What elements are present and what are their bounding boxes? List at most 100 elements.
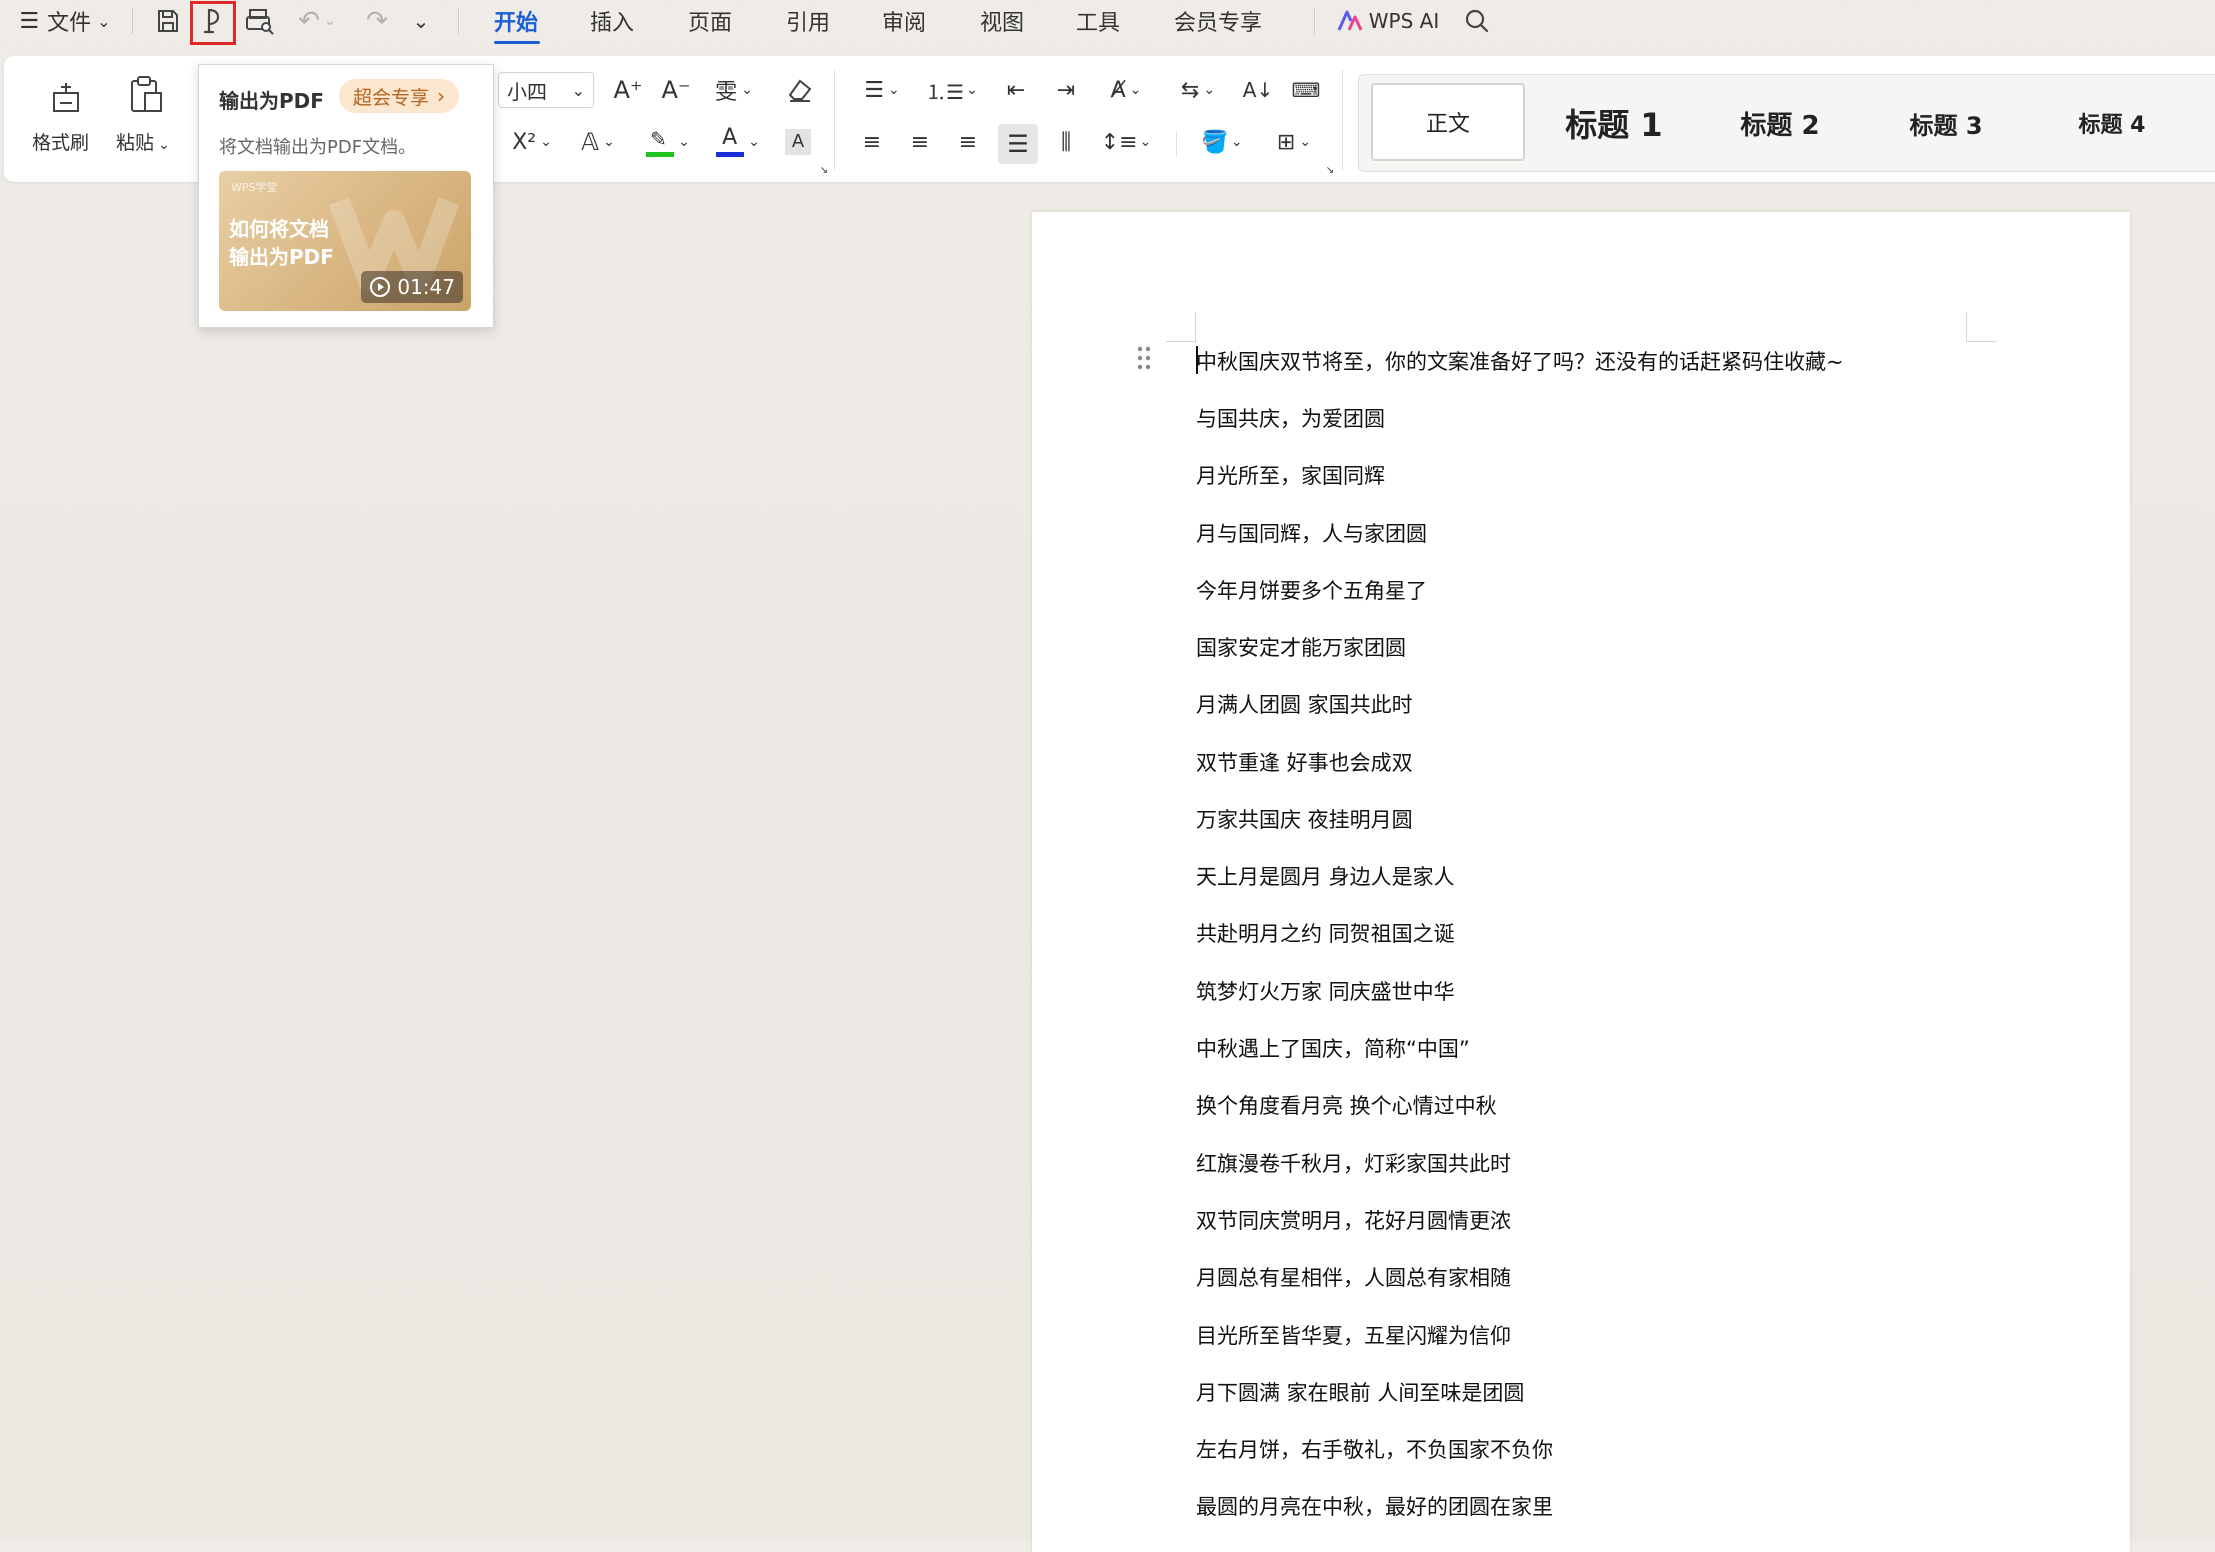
align-right-button[interactable]: ≡ — [950, 124, 986, 160]
paragraph-drag-handle[interactable] — [1136, 345, 1152, 371]
document-line[interactable]: 双节重逢 好事也会成双 — [1196, 747, 1413, 777]
chevron-down-icon: ⌄ — [1139, 134, 1152, 150]
justify-button[interactable]: ☰ — [998, 124, 1038, 164]
style-heading-2[interactable]: 标题 2 — [1705, 95, 1855, 151]
quick-access-more-button[interactable]: ⌄ — [406, 4, 436, 38]
search-button[interactable] — [1460, 4, 1494, 38]
numbered-list-button[interactable]: ⒈☰ ⌄ — [924, 72, 980, 108]
style-normal[interactable]: 正文 — [1371, 83, 1525, 161]
video-title: 如何将文档 输出为PDF — [229, 217, 334, 269]
document-line[interactable]: 双节同庆赏明月，花好月圆情更浓 — [1196, 1205, 1511, 1235]
save-button[interactable] — [150, 4, 186, 38]
style-heading-1[interactable]: 标题 1 — [1539, 95, 1689, 151]
decrease-indent-button[interactable]: ⇤ — [998, 72, 1034, 108]
document-line[interactable]: 与国共庆，为爱团圆 — [1196, 403, 1385, 433]
ribbon-separator — [1342, 70, 1343, 170]
document-line[interactable]: 最圆的月亮在中秋，最好的团圆在家里 — [1196, 1491, 1553, 1521]
decrease-font-icon: A⁻ — [661, 76, 691, 104]
file-menu-button[interactable]: ☰ 文件 ⌄ — [10, 4, 120, 38]
style-heading-4[interactable]: 标题 4 — [2037, 95, 2187, 151]
chevron-down-icon: ⌄ — [540, 134, 552, 150]
document-line[interactable]: 今年月饼要多个五角星了 — [1196, 575, 1427, 605]
document-line[interactable]: 中秋遇上了国庆，简称“中国” — [1196, 1033, 1470, 1063]
document-line[interactable]: 换个角度看月亮 换个心情过中秋 — [1196, 1090, 1497, 1120]
paste-label[interactable]: 粘贴 ⌄ — [116, 128, 170, 155]
decrease-font-button[interactable]: A⁻ — [658, 72, 694, 108]
font-color-button[interactable]: A ⌄ — [710, 124, 766, 160]
chevron-down-icon: ⌄ — [603, 134, 615, 150]
print-preview-button[interactable] — [242, 4, 278, 38]
text-direction-button[interactable]: Ⱥ ⌄ — [1098, 72, 1154, 108]
font-dialog-launcher[interactable]: ↘ — [818, 164, 830, 176]
align-center-button[interactable]: ≡ — [902, 124, 938, 160]
superscript-button[interactable]: X² ⌄ — [504, 124, 560, 160]
format-painter-label: 格式刷 — [32, 132, 90, 154]
justify-icon: ☰ — [1007, 130, 1029, 158]
document-line[interactable]: 月圆总有星相伴，人圆总有家相随 — [1196, 1262, 1511, 1292]
tab-review[interactable]: 审阅 — [882, 4, 926, 38]
distribute-icon: ⫼ — [1060, 129, 1072, 155]
text-effect-button[interactable]: 𝔸 ⌄ — [570, 124, 626, 160]
format-painter-button[interactable] — [40, 74, 92, 118]
tab-home[interactable]: 开始 — [494, 4, 538, 38]
align-center-icon: ≡ — [910, 129, 930, 155]
chevron-down-icon: ⌄ — [1129, 82, 1142, 98]
document-line[interactable]: 共赴明月之约 同贺祖国之诞 — [1196, 918, 1455, 948]
paste-button[interactable] — [120, 72, 172, 118]
chevron-down-icon: ⌄ — [1203, 82, 1216, 98]
align-right-icon: ≡ — [958, 129, 978, 155]
document-line[interactable]: 月光所至，家国同辉 — [1196, 460, 1385, 490]
tab-page[interactable]: 页面 — [688, 4, 732, 38]
chevron-down-icon: ⌄ — [1230, 134, 1243, 150]
play-icon — [370, 277, 391, 297]
align-left-button[interactable]: ≡ — [854, 124, 890, 160]
tab-view[interactable]: 视图 — [980, 4, 1024, 38]
superscript-icon: X² — [512, 129, 537, 155]
document-line[interactable]: 月下圆满 家在眼前 人间至味是团圆 — [1196, 1377, 1524, 1407]
font-size-select[interactable]: 小四 ⌄ — [498, 72, 594, 108]
tab-member[interactable]: 会员专享 — [1174, 4, 1262, 38]
highlight-color-button[interactable]: ✎ ⌄ — [640, 124, 696, 160]
document-page[interactable]: 中秋国庆双节将至，你的文案准备好了吗？还没有的话赶紧码住收藏~ 与国共庆，为爱团圆… — [1032, 212, 2130, 1552]
distribute-button[interactable]: ⫼ — [1048, 124, 1084, 160]
char-shading-button[interactable]: A — [782, 126, 814, 158]
sort-button[interactable]: A↓ — [1240, 72, 1276, 108]
document-line[interactable]: 月与国同辉，人与家团圆 — [1196, 518, 1427, 548]
increase-font-button[interactable]: A⁺ — [610, 72, 646, 108]
document-line[interactable]: 中秋国庆双节将至，你的文案准备好了吗？还没有的话赶紧码住收藏~ — [1196, 346, 1844, 376]
line-spacing-icon: ↕≡ — [1100, 129, 1138, 155]
text-layout-button[interactable]: ⇆ ⌄ — [1170, 72, 1226, 108]
document-line[interactable]: 月满人团圆 家国共此时 — [1196, 689, 1413, 719]
styles-gallery: 正文 标题 1 标题 2 标题 3 标题 4 普 — [1358, 74, 2215, 172]
bullet-list-button[interactable]: ☰ ⌄ — [854, 72, 910, 108]
document-line[interactable]: 目光所至皆华夏，五星闪耀为信仰 — [1196, 1320, 1511, 1350]
tab-tools[interactable]: 工具 — [1076, 4, 1120, 38]
borders-button[interactable]: ⊞ ⌄ — [1266, 124, 1322, 160]
clear-format-button[interactable] — [782, 72, 818, 108]
show-marks-button[interactable]: ⌨ — [1288, 72, 1324, 108]
document-line[interactable]: 国家安定才能万家团圆 — [1196, 632, 1406, 662]
document-line[interactable]: 筑梦灯火万家 同庆盛世中华 — [1196, 976, 1455, 1006]
decrease-indent-icon: ⇤ — [1006, 77, 1026, 103]
member-badge[interactable]: 超会专享 › — [339, 79, 460, 113]
document-line[interactable]: 左右月饼，右手敬礼，不负国家不负你 — [1196, 1434, 1553, 1464]
increase-indent-button[interactable]: ⇥ — [1048, 72, 1084, 108]
ribbon-separator — [1176, 132, 1177, 156]
margin-corner-mark — [1966, 312, 1996, 342]
style-more[interactable]: 普 — [2199, 95, 2215, 151]
align-left-icon: ≡ — [862, 129, 882, 155]
tab-insert[interactable]: 插入 — [590, 4, 634, 38]
tutorial-video-thumbnail[interactable]: WPS学堂 如何将文档 输出为PDF 01:47 — [219, 171, 471, 311]
tab-references[interactable]: 引用 — [786, 4, 830, 38]
document-line[interactable]: 红旗漫卷千秋月，灯彩家国共此时 — [1196, 1148, 1511, 1178]
undo-button[interactable]: ↶ ⌄ — [292, 4, 342, 38]
document-line[interactable]: 万家共国庆 夜挂明月圆 — [1196, 804, 1413, 834]
line-spacing-button[interactable]: ↕≡ ⌄ — [1098, 124, 1154, 160]
wps-ai-button[interactable]: WPS AI — [1332, 4, 1444, 38]
style-heading-3[interactable]: 标题 3 — [1871, 95, 2021, 151]
document-line[interactable]: 天上月是圆月 身边人是家人 — [1196, 861, 1455, 891]
redo-button[interactable]: ↷ — [362, 4, 392, 38]
phonetic-guide-button[interactable]: 雯 ⌄ — [706, 72, 762, 108]
paragraph-shading-button[interactable]: 🪣 ⌄ — [1194, 124, 1250, 160]
paragraph-dialog-launcher[interactable]: ↘ — [1324, 164, 1336, 176]
